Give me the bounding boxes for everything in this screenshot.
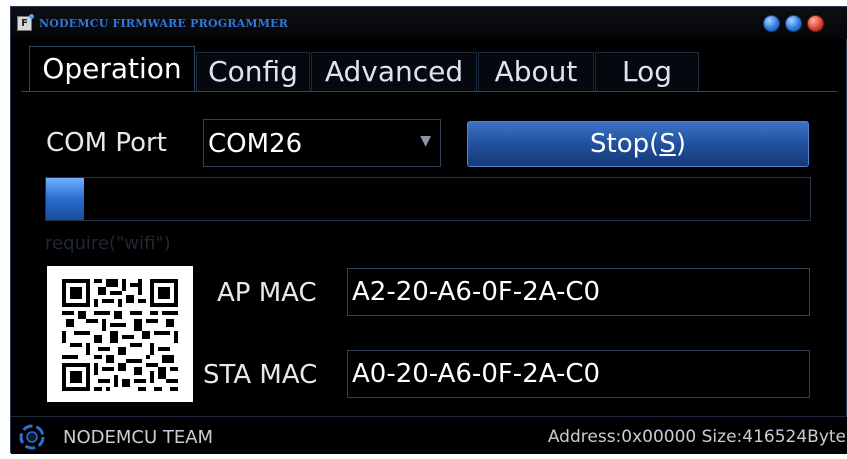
com-port-select[interactable]: COM26 ▼	[203, 119, 441, 167]
status-bar: NODEMCU TEAM Address:0x00000 Size:416524…	[11, 416, 847, 454]
com-port-label: COM Port	[46, 128, 167, 158]
sta-mac-label: STA MAC	[203, 360, 318, 390]
tab-about[interactable]: About	[478, 52, 594, 92]
tab-operation[interactable]: Operation	[29, 46, 195, 92]
address-size-info: Address:0x00000 Size:416524Byte	[547, 427, 846, 447]
close-icon[interactable]	[807, 15, 824, 32]
ap-mac-field[interactable]: A2-20-A6-0F-2A-C0	[347, 268, 810, 316]
app-window: F NODEMCU FIRMWARE PROGRAMMER Operation …	[10, 6, 847, 454]
app-icon: F	[17, 14, 34, 31]
window-title: NODEMCU FIRMWARE PROGRAMMER	[39, 17, 289, 30]
title-bar[interactable]: F NODEMCU FIRMWARE PROGRAMMER	[11, 7, 847, 39]
team-name: NODEMCU TEAM	[63, 427, 214, 448]
minimize-icon[interactable]	[763, 15, 780, 32]
sta-mac-field[interactable]: A0-20-A6-0F-2A-C0	[347, 350, 810, 398]
nodemcu-logo-icon	[19, 424, 45, 450]
tab-advanced[interactable]: Advanced	[311, 52, 477, 92]
console-output: require("wifi")	[45, 233, 171, 254]
qr-code-icon	[47, 266, 193, 402]
progress-bar	[45, 177, 811, 221]
progress-fill	[46, 178, 84, 220]
maximize-icon[interactable]	[785, 15, 802, 32]
tab-log[interactable]: Log	[595, 52, 699, 92]
chevron-down-icon: ▼	[420, 133, 431, 149]
tab-config[interactable]: Config	[196, 52, 310, 92]
com-port-value: COM26	[208, 129, 303, 159]
stop-button[interactable]: Stop(S)	[467, 121, 809, 167]
ap-mac-label: AP MAC	[217, 278, 317, 308]
